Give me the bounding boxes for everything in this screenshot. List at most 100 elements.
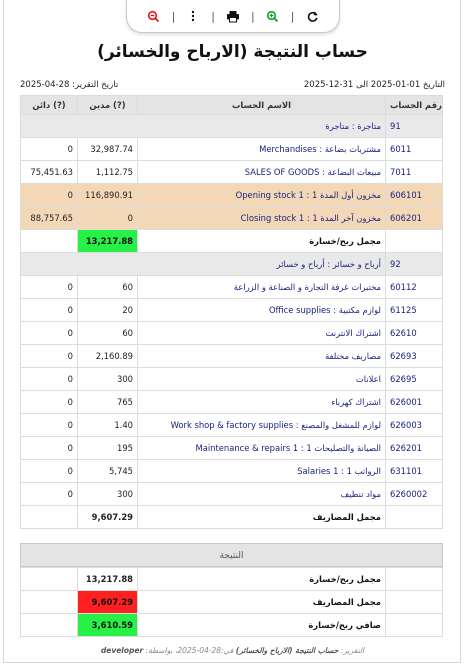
result-empty [385,567,443,591]
account-code-link[interactable]: 62693 [385,344,443,368]
account-code-link[interactable]: 6011 [385,137,443,161]
account-row: 88,757.65 0 مخزون آخر المدة 1 : Closing st… [20,206,443,230]
account-code-link[interactable]: 606101 [385,183,443,207]
toolbar-separator: | [251,9,255,23]
account-code-link[interactable]: 7011 [385,160,443,184]
result-value: 13,217.88 [77,567,138,591]
result-label: مجمل ربح/خسارة [137,567,386,591]
column-header-credit[interactable]: دائن (?) [20,95,78,115]
account-row: 0 2,160.89 مصاريف مختلفة 62693 [20,344,443,368]
account-row: 0 20 لوازم مكتبية : Office supplies 61125 [20,298,443,322]
debit-value: 195 [77,436,138,460]
zoom-out-icon[interactable] [146,8,162,24]
account-row: 0 32,987.74 مشتريات بضاعة : Merchandises 60… [20,137,443,161]
account-code-link[interactable]: 62610 [385,321,443,345]
account-row: 0 765 اشتراك كهرباء 626001 [20,390,443,414]
footer-report-name: حساب النتيجة (الارباح والخسائر) [235,646,339,655]
toolbar-separator: | [211,9,215,23]
total-value: 13,217.88 [77,229,138,253]
account-name-link[interactable]: مبيعات البضاعة : SALES OF GOODS [137,160,386,184]
debit-value: 60 [77,275,138,299]
account-name-link[interactable]: اعلانات [137,367,386,391]
account-row: 0 300 اعلانات 62695 [20,367,443,391]
group-name: أرباح و خسائر : أرباح و خسائر [20,252,386,276]
account-row: 0 60 اشتراك الانترنت 62610 [20,321,443,345]
print-icon[interactable] [225,8,241,24]
column-header-account-no[interactable]: رقم الحساب [385,95,443,115]
account-name-link[interactable]: مشتريات بضاعة : Merchandises [137,137,386,161]
refresh-icon[interactable] [304,8,320,24]
account-name-link[interactable]: مخزون آخر المدة 1 : Closing stock 1 [137,206,386,230]
footer-date: في:28-04-2025، بواسطة: [145,646,234,655]
credit-value: 0 [20,482,78,506]
credit-value: 0 [20,367,78,391]
account-name-link[interactable]: اشتراك كهرباء [137,390,386,414]
account-row: 0 60 مختبرات غرفة التجارة و الصناعة و الزر… [20,275,443,299]
account-name-link[interactable]: مختبرات غرفة التجارة و الصناعة و الزراعة [137,275,386,299]
date-bar: التاريخ 01-01-2025 الى 31-12-2025 تاريخ … [20,80,445,94]
account-name-link[interactable]: اشتراك الانترنت [137,321,386,345]
debit-value: 1.40 [77,413,138,437]
credit-value: 0 [20,390,78,414]
result-value: 3,610.59 [77,613,138,637]
result-row: 3,610.59 صافي ربح/خسارة [20,613,443,637]
group-code[interactable]: 92 [385,252,443,276]
result-credit [20,613,78,637]
account-code-link[interactable]: 626201 [385,436,443,460]
account-code-link[interactable]: 61125 [385,298,443,322]
debit-value: 20 [77,298,138,322]
more-icon[interactable] [185,8,201,24]
accounts-table: دائن (?) مدين (?) الاسم الحساب رقم الحسا… [20,95,443,529]
account-name-link[interactable]: مواد تنظيف [137,482,386,506]
debit-value: 300 [77,367,138,391]
group-name: متاجرة : متاجرة [20,114,386,138]
debit-value: 1,112.75 [77,160,138,184]
column-header-debit[interactable]: مدين (?) [77,95,138,115]
debit-value: 765 [77,390,138,414]
group-code[interactable]: 91 [385,114,443,138]
account-name-link[interactable]: الرواتب 1 : Salaries 1 [137,459,386,483]
result-credit [20,590,78,614]
zoom-in-icon[interactable] [265,8,281,24]
total-credit [20,505,78,529]
total-row: 13,217.88 مجمل ربح/خسارة [20,229,443,253]
result-heading: النتيجة [20,543,443,567]
debit-value: 5,745 [77,459,138,483]
total-label: مجمل ربح/خسارة [137,229,386,253]
result-credit [20,567,78,591]
account-name-link[interactable]: مصاريف مختلفة [137,344,386,368]
total-empty [385,229,443,253]
debit-value: 116,890.91 [77,183,138,207]
result-empty [385,590,443,614]
debit-value: 2,160.89 [77,344,138,368]
account-name-link[interactable]: لوازم للمشغل والمصنع : Work shop & facto… [137,413,386,437]
account-name-link[interactable]: لوازم مكتبية : Office supplies [137,298,386,322]
report-title: حساب النتيجة (الارباح والخسائر) [97,42,368,62]
account-row: 0 195 الصيانة والتصليحات 1 : Maintenance &… [20,436,443,460]
account-code-link[interactable]: 631101 [385,459,443,483]
debit-value: 0 [77,206,138,230]
toolbar-separator: | [290,9,295,23]
account-name-link[interactable]: مخزون أول المدة 1 : Opening stock 1 [137,183,386,207]
table-header-row: دائن (?) مدين (?) الاسم الحساب رقم الحسا… [20,95,443,115]
credit-value: 0 [20,344,78,368]
account-code-link[interactable]: 606201 [385,206,443,230]
account-name-link[interactable]: الصيانة والتصليحات 1 : Maintenance & rep… [137,436,386,460]
result-label: مجمل المصاريف [137,590,386,614]
result-empty [385,613,443,637]
account-code-link[interactable]: 6260002 [385,482,443,506]
account-code-link[interactable]: 626003 [385,413,443,437]
column-header-account-name[interactable]: الاسم الحساب [137,95,386,115]
report-footer: التقرير: حساب النتيجة (الارباح والخسائر)… [0,646,465,655]
account-row: 0 300 مواد تنظيف 6260002 [20,482,443,506]
result-label: صافي ربح/خسارة [137,613,386,637]
account-code-link[interactable]: 62695 [385,367,443,391]
account-row: 0 5,745 الرواتب 1 : Salaries 1 631101 [20,459,443,483]
account-code-link[interactable]: 60112 [385,275,443,299]
credit-value: 75,451.63 [20,160,78,184]
result-row: 9,607.29 مجمل المصاريف [20,590,443,614]
credit-value: 0 [20,298,78,322]
result-table: 13,217.88 مجمل ربح/خسارة 9,607.29 مجمل المص… [20,567,443,637]
footer-prefix: التقرير: [340,646,365,655]
account-code-link[interactable]: 626001 [385,390,443,414]
